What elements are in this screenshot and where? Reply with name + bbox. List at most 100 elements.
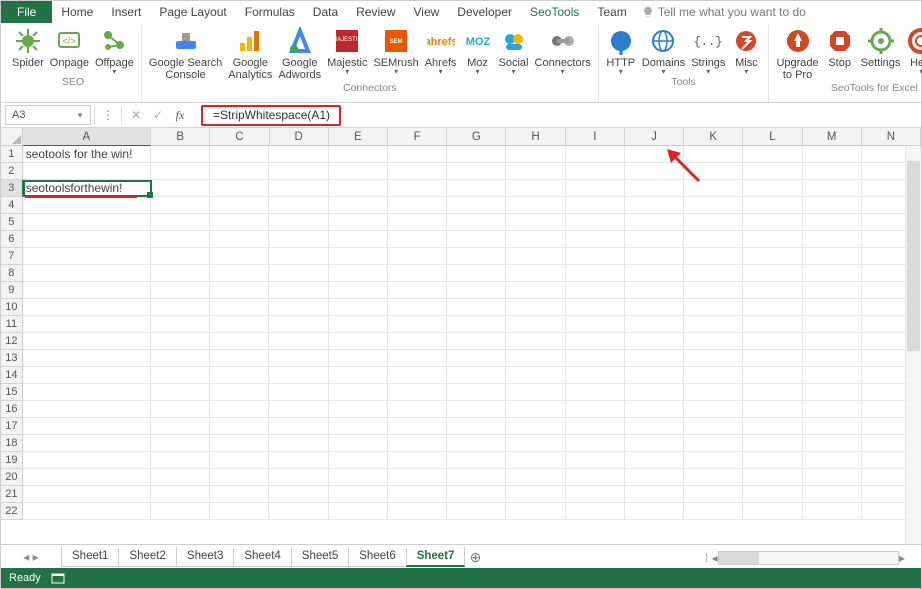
row-header-21[interactable]: 21 — [1, 486, 23, 503]
cell[interactable] — [684, 231, 743, 248]
cell[interactable] — [625, 401, 684, 418]
cell[interactable] — [506, 163, 565, 180]
help-button[interactable]: Help▾ — [903, 25, 922, 81]
cell[interactable] — [506, 452, 565, 469]
cell[interactable] — [388, 248, 447, 265]
cell[interactable] — [210, 503, 269, 520]
domains-button[interactable]: Domains▾ — [639, 25, 688, 75]
misc-button[interactable]: Misc▾ — [728, 25, 764, 75]
cell[interactable] — [625, 248, 684, 265]
cell[interactable] — [803, 146, 862, 163]
cell[interactable] — [625, 282, 684, 299]
cell[interactable] — [151, 214, 210, 231]
cell[interactable] — [743, 418, 802, 435]
cell[interactable] — [684, 214, 743, 231]
cell[interactable] — [388, 350, 447, 367]
cell[interactable] — [23, 299, 151, 316]
cell[interactable] — [329, 146, 388, 163]
cell[interactable] — [447, 180, 506, 197]
col-header-F[interactable]: F — [388, 128, 447, 146]
cell[interactable] — [506, 401, 565, 418]
cell[interactable] — [803, 248, 862, 265]
cell[interactable] — [684, 486, 743, 503]
spider-button[interactable]: Spider — [9, 25, 47, 75]
cell[interactable] — [269, 333, 328, 350]
cell[interactable] — [684, 316, 743, 333]
cell[interactable] — [447, 401, 506, 418]
cell[interactable] — [151, 197, 210, 214]
row-header-14[interactable]: 14 — [1, 367, 23, 384]
cell[interactable] — [625, 333, 684, 350]
cell[interactable] — [684, 367, 743, 384]
cell[interactable] — [447, 316, 506, 333]
sheet-tab-sheet2[interactable]: Sheet2 — [118, 547, 176, 567]
semrush-button[interactable]: SEMSEMrush▾ — [370, 25, 421, 81]
social-button[interactable]: Social▾ — [496, 25, 532, 81]
tab-insert[interactable]: Insert — [102, 1, 150, 23]
cell[interactable] — [388, 299, 447, 316]
cell[interactable] — [684, 384, 743, 401]
cell[interactable] — [151, 248, 210, 265]
cell[interactable]: seotoolsforthewin! — [23, 180, 151, 197]
cell[interactable] — [329, 180, 388, 197]
cell[interactable] — [210, 418, 269, 435]
vertical-scrollbar[interactable] — [905, 147, 921, 544]
row-header-3[interactable]: 3 — [1, 180, 23, 197]
cell[interactable] — [151, 282, 210, 299]
cell[interactable] — [625, 435, 684, 452]
cell[interactable] — [388, 197, 447, 214]
cell[interactable] — [803, 452, 862, 469]
cell[interactable] — [151, 163, 210, 180]
cell[interactable] — [803, 435, 862, 452]
cell[interactable]: seotools for the win! — [23, 146, 151, 163]
cell[interactable] — [151, 469, 210, 486]
cell[interactable] — [803, 503, 862, 520]
cell[interactable] — [566, 180, 625, 197]
cell[interactable] — [684, 418, 743, 435]
cell[interactable] — [625, 163, 684, 180]
sheet-tab-sheet6[interactable]: Sheet6 — [348, 547, 406, 567]
sheet-tab-sheet5[interactable]: Sheet5 — [291, 547, 349, 567]
cell[interactable] — [210, 282, 269, 299]
cell[interactable] — [447, 486, 506, 503]
tab-data[interactable]: Data — [304, 1, 347, 23]
cell[interactable] — [269, 401, 328, 418]
cell[interactable] — [566, 367, 625, 384]
cell[interactable] — [329, 282, 388, 299]
cell[interactable] — [329, 197, 388, 214]
cell[interactable] — [23, 401, 151, 418]
cell[interactable] — [566, 163, 625, 180]
cell[interactable] — [388, 180, 447, 197]
cell[interactable] — [506, 435, 565, 452]
cell[interactable] — [269, 163, 328, 180]
cell[interactable] — [23, 333, 151, 350]
cell[interactable] — [447, 367, 506, 384]
cell[interactable] — [23, 197, 151, 214]
cell[interactable] — [388, 231, 447, 248]
cell[interactable] — [329, 231, 388, 248]
cell[interactable] — [743, 435, 802, 452]
cell[interactable] — [684, 333, 743, 350]
cell[interactable] — [684, 282, 743, 299]
cell[interactable] — [388, 418, 447, 435]
cell[interactable] — [151, 435, 210, 452]
cell[interactable] — [625, 231, 684, 248]
cell[interactable] — [329, 452, 388, 469]
add-sheet-button[interactable]: ⊕ — [464, 549, 486, 565]
cell[interactable] — [210, 214, 269, 231]
cell[interactable] — [23, 435, 151, 452]
horizontal-scrollbar[interactable]: ⁞ ◂▸ — [705, 550, 905, 566]
cell[interactable] — [506, 486, 565, 503]
col-header-B[interactable]: B — [151, 128, 210, 146]
cell[interactable] — [210, 350, 269, 367]
cell[interactable] — [743, 469, 802, 486]
cell[interactable] — [269, 214, 328, 231]
cell[interactable] — [388, 316, 447, 333]
cell[interactable] — [743, 350, 802, 367]
cell[interactable] — [625, 503, 684, 520]
cell[interactable] — [625, 214, 684, 231]
row-header-19[interactable]: 19 — [1, 452, 23, 469]
cell[interactable] — [23, 282, 151, 299]
cell[interactable] — [269, 146, 328, 163]
cell[interactable] — [625, 265, 684, 282]
